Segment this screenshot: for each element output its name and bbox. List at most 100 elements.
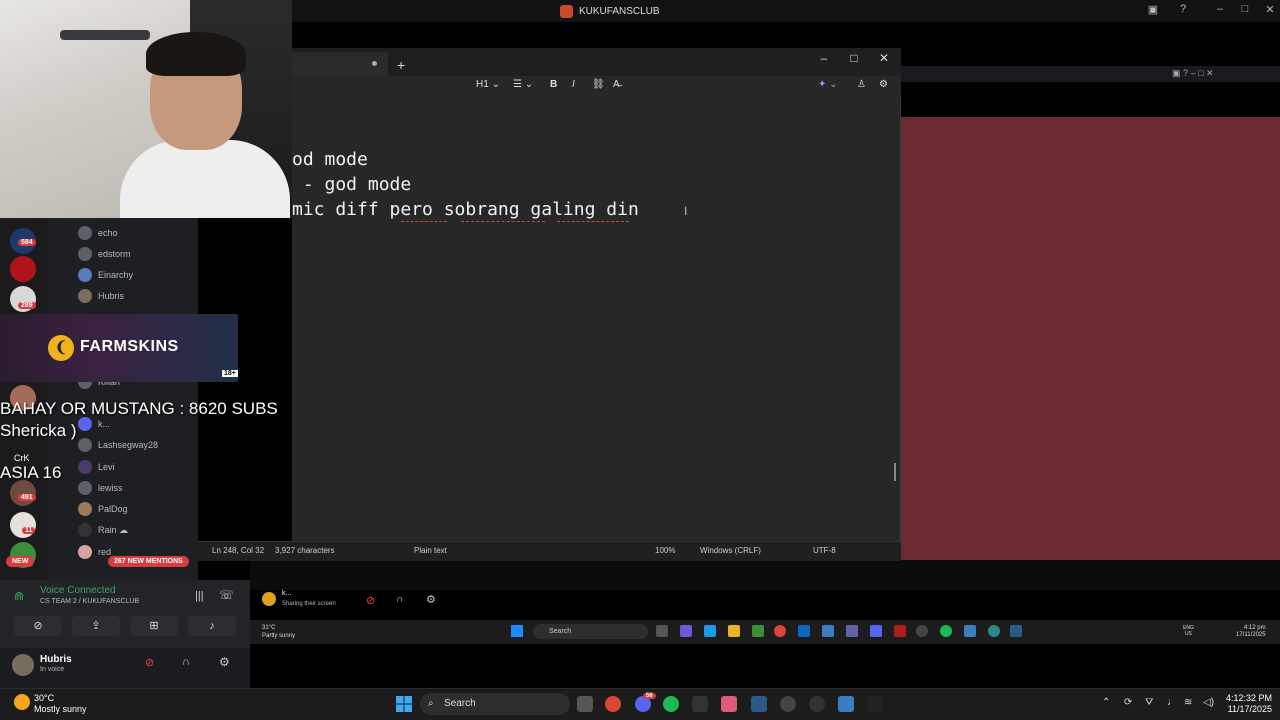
streamed-taskbar xyxy=(250,620,1280,644)
voice-channel[interactable]: CS TEAM 2 / KUKUFANSCLUB xyxy=(40,598,139,605)
avatar[interactable] xyxy=(12,654,34,676)
link-icon[interactable]: ⛓ xyxy=(592,79,605,90)
app-y-icon[interactable] xyxy=(692,696,708,712)
maximize-button[interactable]: □ xyxy=(1237,3,1253,15)
member-name: Rain ☁ xyxy=(98,524,129,535)
server-icon-crk[interactable] xyxy=(10,480,36,506)
app-y2-icon[interactable] xyxy=(867,696,883,712)
app-arrow-icon[interactable] xyxy=(809,696,825,712)
weather-desc: Mostly sunny xyxy=(34,704,87,714)
clock[interactable]: 4:12:32 PM 11/17/2025 xyxy=(1222,693,1272,715)
italic-icon[interactable]: I xyxy=(572,79,575,90)
encoding[interactable]: UTF-8 xyxy=(813,546,836,555)
bold-icon[interactable]: B xyxy=(550,79,557,90)
list-icon[interactable]: ☰ ⌄ xyxy=(513,79,533,90)
start-icon[interactable] xyxy=(396,696,412,712)
member-item[interactable]: Rain ☁ xyxy=(78,521,128,539)
member-item[interactable]: lewiss xyxy=(78,479,123,497)
sharing-user-name: k... xyxy=(282,590,292,597)
streamed-teams-icon xyxy=(846,625,858,637)
search-box[interactable]: ⌕ Search xyxy=(420,693,570,715)
new-mentions-badge[interactable]: 267 NEW MENTIONS xyxy=(108,556,189,567)
screen-share-button[interactable]: ⇪ xyxy=(72,616,120,636)
account-icon[interactable]: ♙ xyxy=(857,79,866,90)
member-item[interactable]: PalDog xyxy=(78,500,128,518)
weather-widget[interactable]: 30°C Mostly sunny xyxy=(34,693,87,715)
member-name: PalDog xyxy=(98,504,128,514)
tray-network-icon[interactable]: ⛛ xyxy=(1145,697,1153,708)
member-item[interactable]: Einarchy xyxy=(78,266,133,284)
editor-line[interactable]: mic diff pero sobrang galing din xyxy=(292,199,639,220)
editor-line[interactable]: od mode xyxy=(292,149,368,170)
user-name[interactable]: Hubris xyxy=(40,654,72,665)
new-badge: NEW xyxy=(6,556,35,567)
heading-dropdown[interactable]: H1 ⌄ xyxy=(476,79,500,90)
member-item[interactable]: Hubris xyxy=(78,287,124,305)
member-item[interactable]: echo xyxy=(78,224,118,242)
farmskins-logo-icon: ❨ xyxy=(48,335,74,361)
viewer-headphones-icon[interactable]: ∩ xyxy=(396,594,403,605)
server-icon-tcl-red[interactable] xyxy=(10,256,36,282)
task-view-icon[interactable] xyxy=(577,696,593,712)
activities-button[interactable]: ⊞ xyxy=(130,616,178,636)
weather-sun-icon[interactable] xyxy=(14,694,30,710)
viewer-mic-muted-icon[interactable]: ⊘ xyxy=(366,594,375,607)
member-item[interactable]: Lashsegway28 xyxy=(78,436,158,454)
search-label: Search xyxy=(444,698,476,709)
voice-status[interactable]: Voice Connected xyxy=(40,585,116,596)
streaming-app-icon[interactable] xyxy=(721,696,737,712)
headphones-icon[interactable]: ∩ xyxy=(182,656,190,668)
notepad-minimize-button[interactable]: – xyxy=(814,51,834,65)
member-item[interactable]: red xyxy=(78,543,111,561)
signal-icon: ⋒ xyxy=(14,589,25,603)
tray-wifi-icon[interactable]: ≋ xyxy=(1184,697,1192,708)
line-ending[interactable]: Windows (CRLF) xyxy=(700,546,761,555)
chrome-icon[interactable] xyxy=(605,696,621,712)
server-icon-person[interactable] xyxy=(10,512,36,538)
viewer-settings-gear-icon[interactable]: ⚙ xyxy=(426,593,436,606)
streamed-mail-icon xyxy=(798,625,810,637)
noise-suppression-icon[interactable]: ||| xyxy=(195,590,204,602)
streamed-notepad-icon xyxy=(964,625,976,637)
help-icon[interactable]: ? xyxy=(1175,3,1191,15)
soundboard-button[interactable]: ♪ xyxy=(188,616,236,636)
app-icon[interactable] xyxy=(780,696,796,712)
mic-muted-icon[interactable]: ⊘ xyxy=(145,656,154,669)
search-icon: ⌕ xyxy=(428,698,434,709)
tray-app-icon[interactable]: ⟳ xyxy=(1124,697,1132,708)
disconnect-icon[interactable]: ☏ xyxy=(219,588,234,602)
notepad-icon[interactable] xyxy=(838,696,854,712)
settings-gear-icon[interactable]: ⚙ xyxy=(879,79,888,90)
member-item[interactable]: edstorm xyxy=(78,245,131,263)
streamed-clock: 4:12 pm 17/11/2025 xyxy=(1236,625,1266,639)
streamed-store-icon xyxy=(752,625,764,637)
avatar xyxy=(262,592,276,606)
stream-lower xyxy=(250,560,1280,590)
editor-line[interactable]: - god mode xyxy=(292,174,411,195)
tray-volume-icon[interactable]: ◁) xyxy=(1203,697,1214,708)
zoom-level[interactable]: 100% xyxy=(655,546,675,555)
user-settings-gear-icon[interactable]: ⚙ xyxy=(219,655,230,669)
avatar xyxy=(78,460,92,474)
avatar xyxy=(78,502,92,516)
scrollbar[interactable] xyxy=(894,463,896,481)
member-item[interactable]: Levi xyxy=(78,458,115,476)
steam-icon[interactable] xyxy=(751,696,767,712)
inbox-icon[interactable]: ▣ xyxy=(1145,3,1161,16)
camera-off-button[interactable]: ⊘ xyxy=(14,616,62,636)
tray-mic-icon[interactable]: ♩ xyxy=(1167,697,1177,708)
streamed-search-box: Search xyxy=(533,624,648,639)
member-name: Einarchy xyxy=(98,270,134,280)
clear-format-icon[interactable]: A̶ xyxy=(613,79,620,90)
notepad-maximize-button[interactable]: □ xyxy=(844,51,864,65)
copilot-icon[interactable]: ✦ ⌄ xyxy=(818,79,838,90)
close-button[interactable]: ✕ xyxy=(1262,3,1278,16)
spotify-icon[interactable] xyxy=(663,696,679,712)
avatar xyxy=(78,289,92,303)
avatar xyxy=(78,481,92,495)
new-tab-button[interactable]: + xyxy=(397,57,405,73)
tray-overflow-icon[interactable]: ⌃ xyxy=(1102,697,1110,708)
minimize-button[interactable]: – xyxy=(1212,3,1228,15)
age-rating-badge: 18+ xyxy=(222,370,238,377)
notepad-close-button[interactable]: ✕ xyxy=(874,51,894,65)
